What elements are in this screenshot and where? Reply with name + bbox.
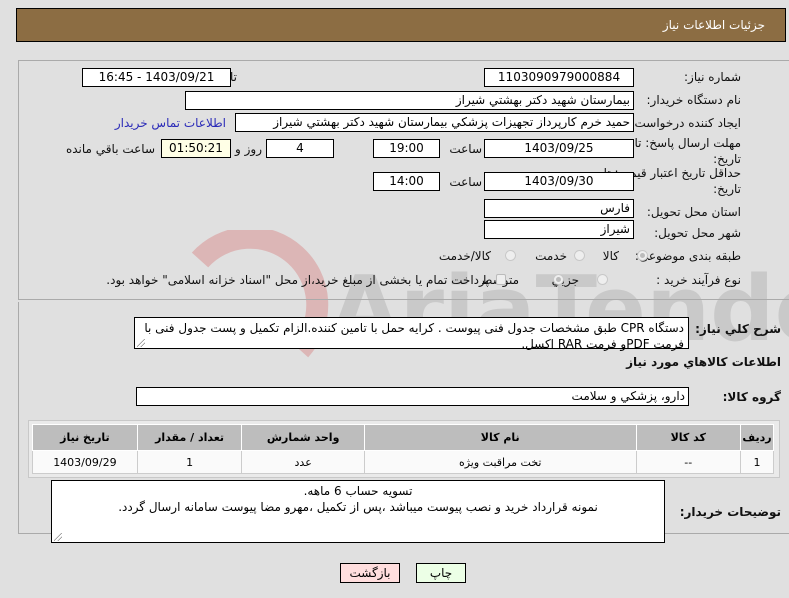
price-validity-time-label: ساعت <box>449 175 482 189</box>
resize-grip-icon[interactable] <box>54 533 62 541</box>
requester-label: ايجاد كننده درخواست: <box>630 116 741 130</box>
price-validity-label-2: تاريخ: <box>713 182 741 196</box>
buyer-org-field[interactable]: بيمارستان شهيد دكتر بهشتي شيراز <box>185 91 634 110</box>
announce-datetime-field[interactable]: 1403/09/21 - 16:45 <box>82 68 231 87</box>
treasury-payment-checkbox[interactable] <box>496 274 506 285</box>
requester-field[interactable]: حميد خرم كارپرداز تجهيزات پزشكي بيمارستا… <box>235 113 634 132</box>
goods-group-label: گروه كالا: <box>722 390 781 404</box>
deadline-time-field[interactable]: 19:00 <box>373 139 440 158</box>
goods-section-title: اطلاعات كالاهاي مورد نياز <box>626 355 781 369</box>
cell-name: تخت مراقبت ويژه <box>363 450 637 474</box>
category-radio-service[interactable] <box>574 250 585 261</box>
print-button[interactable]: چاپ <box>416 563 466 583</box>
buyer-org-label: نام دستگاه خريدار: <box>646 93 742 107</box>
description-label: شرح كلي نياز: <box>695 322 781 336</box>
process-label: نوع فرآيند خريد : <box>656 273 741 287</box>
description-textarea[interactable]: دستگاه CPR طبق مشخصات جدول فنی پیوست . ک… <box>134 317 689 351</box>
treasury-payment-label: پرداخت تمام يا بخشی از مبلغ خريد،از محل … <box>106 273 489 287</box>
category-option-goods: كالا <box>602 249 619 263</box>
page-header: جزئيات اطلاعات نياز <box>16 8 786 42</box>
category-option-service: خدمت <box>535 249 567 263</box>
description-text: دستگاه CPR طبق مشخصات جدول فنی پیوست . ک… <box>144 321 684 351</box>
need-number-label: شماره نياز: <box>684 70 741 84</box>
items-table: رديف كد كالا نام كالا واحد شمارش تعداد /… <box>32 424 774 474</box>
resize-grip-icon[interactable] <box>137 339 145 347</box>
buyer-notes-textarea[interactable]: تسویه حساب 6 ماهه. نمونه قرارداد خرید و … <box>51 480 665 543</box>
cell-row: 1 <box>740 450 774 474</box>
city-label: شهر محل تحويل: <box>654 226 741 240</box>
table-row[interactable]: 1 -- تخت مراقبت ويژه عدد 1 1403/09/29 <box>32 450 774 474</box>
col-header-name: نام كالا <box>363 424 637 451</box>
days-label: روز و <box>235 142 262 156</box>
deadline-date-field[interactable]: 1403/09/25 <box>484 139 634 158</box>
remaining-time-field: 01:50:21 <box>161 139 231 158</box>
category-radio-goods-service[interactable] <box>505 250 516 261</box>
col-header-qty: تعداد / مقدار <box>136 424 243 451</box>
goods-group-field[interactable]: دارو، پزشكي و سلامت <box>136 387 689 406</box>
province-field[interactable]: فارس <box>484 199 634 218</box>
price-validity-date-field[interactable]: 1403/09/30 <box>484 172 634 191</box>
col-header-date: تاريخ نياز <box>32 424 138 451</box>
province-label: استان محل تحويل: <box>646 205 741 219</box>
process-radio-minor[interactable] <box>597 274 608 285</box>
col-header-row: رديف <box>740 424 774 451</box>
cell-code: -- <box>635 450 742 474</box>
category-option-goods-service: كالا/خدمت <box>438 249 491 263</box>
buyer-notes-line-2: نمونه قرارداد خرید و نصب پیوست میباشد ،پ… <box>118 500 598 514</box>
deadline-label-2: تاريخ: <box>713 152 741 166</box>
buyer-contact-link[interactable]: اطلاعات تماس خريدار <box>115 116 226 130</box>
col-header-unit: واحد شمارش <box>241 424 365 451</box>
process-radio-medium[interactable] <box>553 274 564 285</box>
buyer-notes-label: توضيحات خريدار: <box>679 505 781 519</box>
buyer-notes-line-1: تسویه حساب 6 ماهه. <box>303 484 413 498</box>
page-title: جزئيات اطلاعات نياز <box>662 18 765 32</box>
need-number-field[interactable]: 1103090979000884 <box>484 68 634 87</box>
deadline-time-label: ساعت <box>449 142 482 156</box>
category-label: طبقه بندی موضوعی: <box>634 249 741 263</box>
items-table-header: رديف كد كالا نام كالا واحد شمارش تعداد /… <box>32 424 774 451</box>
col-header-code: كد كالا <box>635 424 742 451</box>
price-validity-time-field[interactable]: 14:00 <box>373 172 440 191</box>
deadline-label-1: مهلت ارسال پاسخ: تا <box>634 136 741 150</box>
remaining-time-label: ساعت باقي مانده <box>65 142 155 156</box>
category-radio-goods[interactable] <box>637 250 648 261</box>
cell-date: 1403/09/29 <box>32 450 138 474</box>
city-field[interactable]: شيراز <box>484 220 634 239</box>
cell-qty: 1 <box>136 450 243 474</box>
remaining-days-field: 4 <box>266 139 334 158</box>
back-button[interactable]: بازگشت <box>340 563 400 583</box>
cell-unit: عدد <box>241 450 365 474</box>
